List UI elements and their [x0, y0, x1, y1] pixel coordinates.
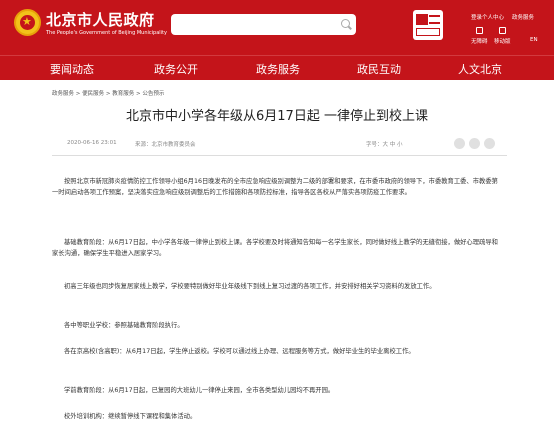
mobile-link[interactable]: 移动版 [494, 37, 511, 45]
article-paragraph: 各在京高校(含高职)：从6月17日起，学生停止返校。学校可以通过线上办理、远程服… [64, 348, 415, 355]
nav-open-gov[interactable]: 政务公开 [154, 61, 198, 77]
nav-news[interactable]: 要闻动态 [50, 61, 94, 77]
article-paragraph: 校外培训机构：继续暂停线下课程和集体活动。 [64, 413, 197, 420]
national-emblem-icon [14, 9, 41, 36]
nav-gov-service[interactable]: 政务服务 [256, 61, 300, 77]
service-link[interactable]: 政务服务 [512, 13, 534, 21]
search-icon[interactable] [341, 19, 350, 28]
divider [52, 155, 507, 156]
article-paragraph: 按照北京市新冠肺炎疫情防控工作领导小组6月16日晚发布的全市应急响应级别调整为二… [52, 178, 498, 196]
article-paragraph: 各中等职业学校：参照基础教育阶段执行。 [64, 322, 184, 329]
article-paragraph: 初高三年级也同步恢复居家线上教学，学校要特别做好毕业年级线下到线上复习过渡的各项… [64, 283, 436, 290]
site-subtitle: The People's Government of Beijing Munic… [46, 30, 167, 36]
article-paragraph: 学前教育阶段：从6月17日起，已复园的大班幼儿一律停止来园，全市各类型幼儿园均不… [64, 387, 335, 394]
main-nav: 要闻动态 政务公开 政务服务 政民互动 人文北京 [0, 55, 554, 80]
search-input[interactable] [171, 14, 356, 35]
share-icon[interactable] [454, 138, 465, 149]
login-link[interactable]: 登录个人中心 [471, 13, 504, 21]
article-title: 北京市中小学各年级从6月17日起 一律停止到校上课 [126, 109, 428, 124]
english-link[interactable]: EN [530, 37, 538, 43]
beijing-capital-logo[interactable] [413, 10, 443, 40]
header-bar: 北京市人民政府 The People's Government of Beiji… [0, 0, 554, 55]
site-title[interactable]: 北京市人民政府 [46, 9, 155, 30]
article-source: 来源：北京市教育委员会 [135, 142, 196, 148]
mobile-icon[interactable] [499, 27, 506, 34]
print-icon[interactable] [484, 138, 495, 149]
breadcrumb[interactable]: 政务服务 > 便民服务 > 教育服务 > 公告预示 [52, 89, 164, 97]
nav-interaction[interactable]: 政民互动 [357, 61, 401, 77]
nav-culture[interactable]: 人文北京 [458, 61, 502, 77]
font-size-control[interactable]: 字号：大 中 小 [366, 140, 403, 148]
accessibility-link[interactable]: 无障碍 [471, 37, 488, 45]
accessibility-icon[interactable] [476, 27, 483, 34]
article-paragraph: 基础教育阶段：从6月17日起，中小学各年级一律停止到校上课。各学校要及时将通知告… [52, 239, 498, 257]
publish-date: 2020-06-16 23:01 [67, 140, 117, 146]
wechat-icon[interactable] [469, 138, 480, 149]
